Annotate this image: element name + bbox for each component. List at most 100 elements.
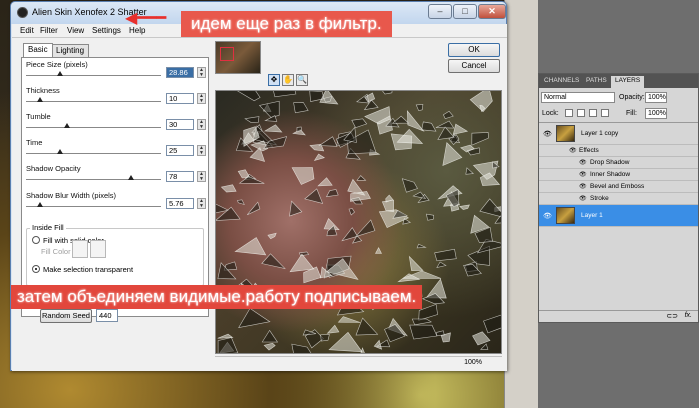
- param-label: Time: [26, 138, 43, 147]
- param-slider-thumb[interactable]: [63, 123, 70, 128]
- lock-position-icon[interactable]: [589, 109, 597, 117]
- param-slider[interactable]: [26, 127, 161, 129]
- menu-edit[interactable]: Edit: [20, 26, 34, 35]
- param-spinner[interactable]: ▲ ▼: [197, 93, 206, 104]
- param-slider-thumb[interactable]: [56, 149, 63, 154]
- glass-shard: [483, 314, 501, 334]
- maximize-button[interactable]: □: [453, 4, 477, 19]
- tab-lighting[interactable]: Lighting: [51, 44, 90, 57]
- panel-tabs: CHANNELS PATHS LAYERS: [539, 74, 698, 88]
- param-label: Piece Size (pixels): [26, 60, 88, 69]
- effects-row[interactable]: 👁 Effects: [539, 145, 698, 157]
- fill-color-picker[interactable]: [90, 240, 106, 258]
- fill-field[interactable]: 100%: [645, 108, 667, 119]
- lock-label: Lock:: [542, 110, 559, 117]
- glass-shard: [289, 253, 315, 273]
- glass-shard: [436, 261, 447, 268]
- glass-shard: [237, 199, 245, 205]
- layer-row-selected[interactable]: 👁 Layer 1: [539, 205, 698, 227]
- param-slider[interactable]: [26, 179, 161, 181]
- close-button[interactable]: ✕: [478, 4, 506, 19]
- glass-shard: [261, 253, 286, 270]
- param-value-field[interactable]: 30: [166, 119, 194, 130]
- visibility-eye-icon[interactable]: 👁: [543, 212, 552, 220]
- param-value-field[interactable]: 10: [166, 93, 194, 104]
- param-label: Thickness: [26, 86, 60, 95]
- glass-shard: [326, 324, 340, 334]
- glass-shard: [465, 167, 475, 175]
- effect-eye-icon[interactable]: 👁: [579, 183, 587, 190]
- hand-tool-icon[interactable]: ✋: [282, 74, 294, 86]
- ok-button[interactable]: OK: [448, 43, 500, 57]
- param-spinner[interactable]: ▲ ▼: [197, 171, 206, 182]
- effect-eye-icon[interactable]: 👁: [579, 171, 587, 178]
- navigator-viewport-rect[interactable]: [220, 47, 234, 61]
- shatter-filter-dialog: Alien Skin Xenofex 2 Shatter – □ ✕ Edit …: [10, 1, 507, 371]
- link-layers-icon[interactable]: ⊂⊃: [666, 312, 678, 320]
- param-spinner[interactable]: ▲ ▼: [197, 198, 206, 209]
- navigator-thumbnail[interactable]: [215, 41, 261, 74]
- tab-paths[interactable]: PATHS: [582, 76, 611, 88]
- glass-shard: [220, 184, 237, 193]
- glass-shard: [217, 337, 239, 353]
- effect-row[interactable]: 👁 Inner Shadow: [539, 169, 698, 181]
- lock-all-icon[interactable]: [601, 109, 609, 117]
- lock-image-icon[interactable]: [577, 109, 585, 117]
- lock-transparency-icon[interactable]: [565, 109, 573, 117]
- glass-shard: [382, 91, 393, 95]
- param-slider[interactable]: [26, 101, 161, 103]
- effect-row[interactable]: 👁 Drop Shadow: [539, 157, 698, 169]
- effect-row[interactable]: 👁 Stroke: [539, 193, 698, 205]
- preview-pan-icon[interactable]: ✥: [268, 74, 280, 86]
- param-value-field[interactable]: 78: [166, 171, 194, 182]
- param-slider-thumb[interactable]: [128, 175, 135, 180]
- param-spinner[interactable]: ▲ ▼: [197, 119, 206, 130]
- menu-view[interactable]: View: [67, 26, 84, 35]
- layer-name: Layer 1: [581, 212, 603, 219]
- preview-status-bar: 100%: [215, 356, 502, 368]
- random-seed-field[interactable]: 440: [96, 309, 118, 322]
- filter-preview[interactable]: [215, 90, 502, 354]
- param-slider[interactable]: [26, 75, 161, 77]
- make-transparent-label: Make selection transparent: [43, 265, 134, 274]
- param-value-field[interactable]: 5.76: [166, 198, 194, 209]
- glass-shard: [244, 116, 260, 123]
- layer-name: Layer 1 copy: [581, 130, 619, 137]
- param-value-field[interactable]: 28.86: [166, 67, 194, 78]
- tab-channels[interactable]: CHANNELS: [540, 76, 583, 88]
- param-value-field[interactable]: 25: [166, 145, 194, 156]
- fill-solid-radio[interactable]: [32, 236, 40, 244]
- cancel-button[interactable]: Cancel: [448, 59, 500, 73]
- menu-filter[interactable]: Filter: [40, 26, 58, 35]
- fill-color-swatch[interactable]: [72, 240, 88, 258]
- fx-icon[interactable]: fx.: [685, 312, 692, 319]
- glass-shard: [452, 123, 469, 135]
- param-slider[interactable]: [26, 206, 161, 208]
- random-seed-button[interactable]: Random Seed: [40, 309, 92, 323]
- glass-shard: [261, 329, 279, 343]
- param-spinner[interactable]: ▲ ▼: [197, 67, 206, 78]
- effect-row[interactable]: 👁 Bevel and Emboss: [539, 181, 698, 193]
- visibility-eye-icon[interactable]: 👁: [543, 130, 552, 138]
- tab-basic[interactable]: Basic: [23, 43, 53, 57]
- effect-eye-icon[interactable]: 👁: [579, 195, 587, 202]
- param-slider-thumb[interactable]: [56, 71, 63, 76]
- param-slider[interactable]: [26, 153, 161, 155]
- effect-name: Stroke: [590, 195, 609, 202]
- canvas-scrollbar[interactable]: [504, 0, 538, 408]
- make-transparent-radio[interactable]: [32, 265, 40, 273]
- param-spinner[interactable]: ▲ ▼: [197, 145, 206, 156]
- minimize-button[interactable]: –: [428, 4, 452, 19]
- zoom-tool-icon[interactable]: 🔍: [296, 74, 308, 86]
- effect-eye-icon[interactable]: 👁: [579, 159, 587, 166]
- opacity-field[interactable]: 100%: [645, 92, 667, 103]
- effects-eye-icon[interactable]: 👁: [569, 147, 577, 154]
- param-slider-thumb[interactable]: [36, 97, 43, 102]
- param-slider-thumb[interactable]: [36, 202, 43, 207]
- layer-row[interactable]: 👁 Layer 1 copy: [539, 123, 698, 145]
- tab-layers[interactable]: LAYERS: [611, 76, 645, 88]
- menu-settings[interactable]: Settings: [92, 26, 121, 35]
- blend-mode-select[interactable]: Normal: [541, 92, 615, 103]
- glass-shard: [313, 153, 326, 162]
- glass-shard: [355, 317, 379, 336]
